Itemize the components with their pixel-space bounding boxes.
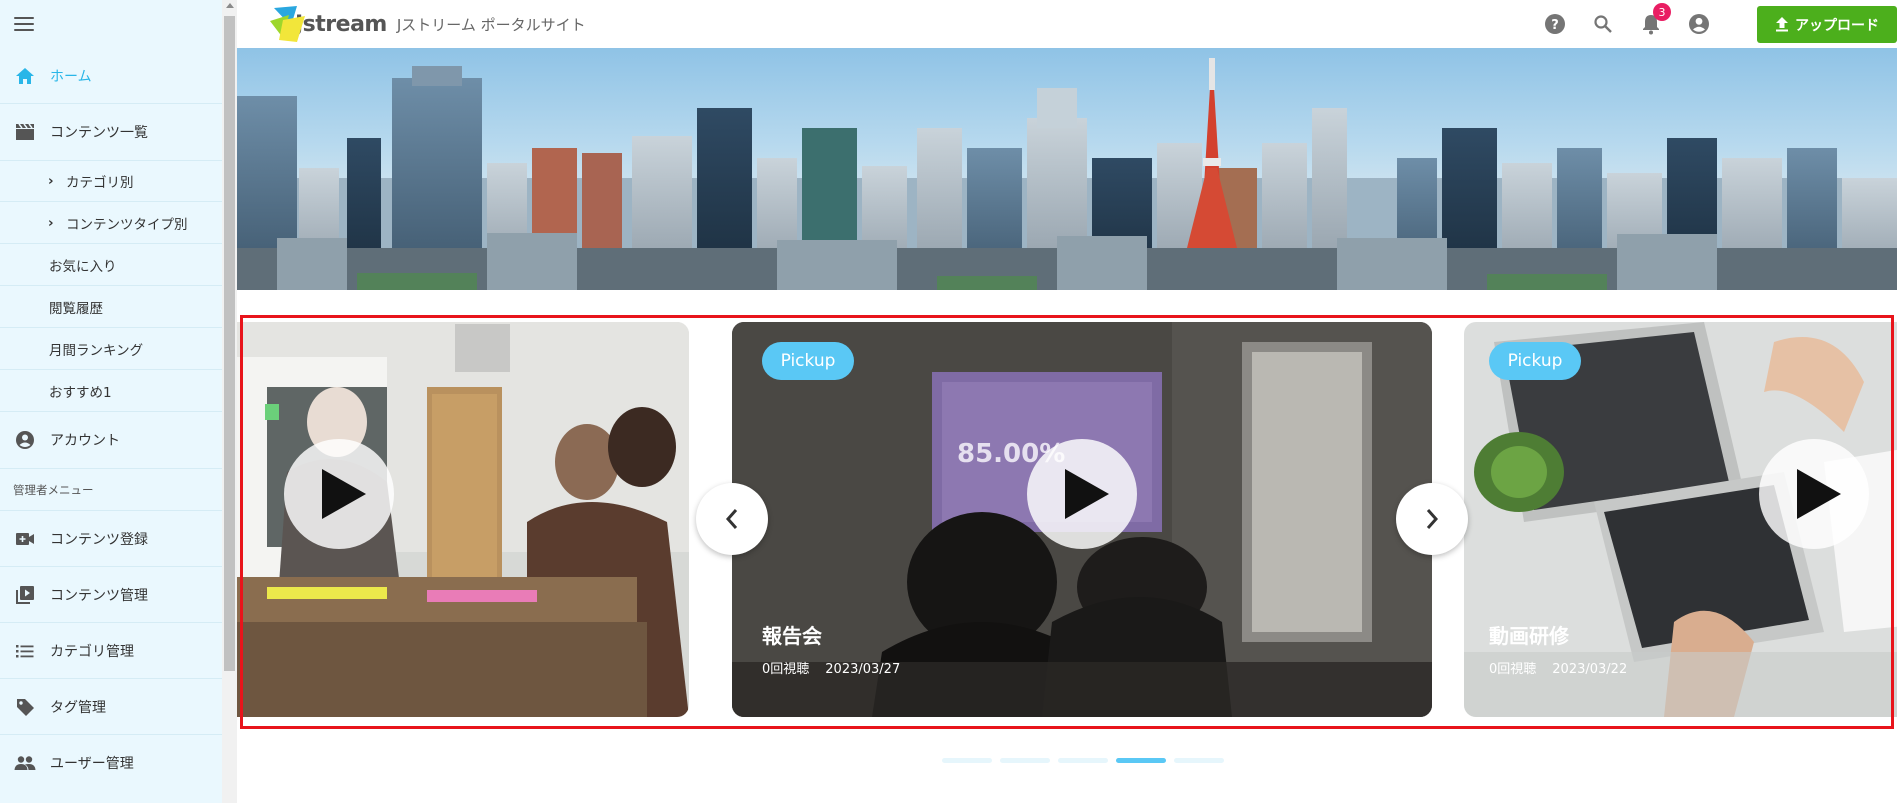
- view-count: 0回視聴: [762, 662, 810, 677]
- sidebar-item-history[interactable]: 閲覧履歴: [0, 286, 222, 328]
- list-icon: [14, 640, 36, 662]
- sidebar-item-label: ホーム: [50, 68, 92, 85]
- sidebar-item-label: お気に入り: [49, 258, 117, 275]
- sidebar-item-by-category[interactable]: › カテゴリ別: [0, 160, 222, 202]
- upload-icon: [1776, 17, 1788, 32]
- sidebar-item-category-manage[interactable]: カテゴリ管理: [0, 623, 222, 679]
- carousel-card[interactable]: Pickup 動画研修 0回視聴 2023/03/22: [1464, 322, 1897, 717]
- sidebar-item-recommend[interactable]: おすすめ1: [0, 370, 222, 412]
- notification-badge: 3: [1653, 3, 1671, 21]
- sidebar-top: [0, 0, 222, 48]
- upload-button[interactable]: アップロード: [1757, 6, 1897, 43]
- carousel-dot[interactable]: [1058, 758, 1108, 763]
- sidebar-item-label: コンテンツ登録: [50, 531, 148, 548]
- play-button[interactable]: [284, 439, 394, 549]
- sidebar-item-ranking[interactable]: 月間ランキング: [0, 328, 222, 370]
- logo-mark-icon: [269, 6, 313, 42]
- carousel-card[interactable]: 85.00% Pickup 報告会 0回視聴 2023/03/27: [732, 322, 1432, 717]
- video-library-icon: [14, 584, 36, 606]
- play-button[interactable]: [1027, 439, 1137, 549]
- chevron-right-icon: ›: [48, 173, 54, 189]
- video-meta: 0回視聴 2023/03/22: [1489, 658, 1643, 677]
- header-icons: ? 3: [1519, 0, 1711, 48]
- carousel-next-button[interactable]: [1396, 483, 1468, 555]
- sidebar-item-label: カテゴリ別: [66, 175, 134, 191]
- carousel-dot-active[interactable]: [1116, 758, 1166, 763]
- chevron-left-icon: [725, 509, 738, 529]
- sidebar-item-user-manage[interactable]: ユーザー管理: [0, 735, 222, 791]
- carousel-card[interactable]: [237, 322, 689, 717]
- sidebar-item-tag-manage[interactable]: タグ管理: [0, 679, 222, 735]
- view-count: 0回視聴: [1489, 662, 1537, 677]
- sidebar-item-label: ユーザー管理: [50, 756, 134, 772]
- account-circle-icon: [14, 429, 36, 451]
- top-header: Jstream Jストリーム ポータルサイト ? 3 アップロード: [237, 0, 1897, 48]
- carousel-prev-button[interactable]: [696, 483, 768, 555]
- sidebar-item-label: コンテンツ一覧: [50, 125, 148, 141]
- svg-text:?: ?: [1551, 18, 1559, 33]
- scroll-up-arrow-icon[interactable]: [226, 3, 234, 8]
- tag-icon: [14, 696, 36, 718]
- sidebar-item-by-type[interactable]: › コンテンツタイプ別: [0, 202, 222, 244]
- bell-icon[interactable]: 3: [1639, 3, 1671, 36]
- site-name: Jストリーム ポータルサイト: [396, 15, 586, 34]
- sidebar-item-label: コンテンツ管理: [50, 587, 148, 604]
- chevron-right-icon: [1426, 509, 1439, 529]
- pickup-badge: Pickup: [762, 342, 854, 380]
- play-button[interactable]: [1759, 439, 1869, 549]
- sidebar-item-label: アカウント: [50, 433, 120, 449]
- account-icon[interactable]: [1687, 12, 1711, 36]
- sidebar-item-label: おすすめ1: [49, 384, 112, 401]
- sidebar-item-label: タグ管理: [50, 699, 106, 716]
- sidebar-item-account[interactable]: アカウント: [0, 412, 222, 469]
- help-icon[interactable]: ?: [1543, 12, 1567, 36]
- upload-label: アップロード: [1795, 17, 1879, 34]
- menu-icon[interactable]: [14, 17, 34, 31]
- sidebar-item-contents[interactable]: コンテンツ一覧: [0, 104, 222, 160]
- sidebar-item-content-register[interactable]: コンテンツ登録: [0, 511, 222, 567]
- sidebar-item-label: 閲覧履歴: [49, 300, 103, 317]
- app-root: ホーム コンテンツ一覧 › カテゴリ別 › コンテンツタイプ別 お気に入り 閲覧…: [0, 0, 1897, 803]
- hero-banner-image: [237, 48, 1897, 290]
- site-logo[interactable]: Jstream Jストリーム ポータルサイト: [269, 6, 586, 42]
- upload-date: 2023/03/27: [825, 662, 901, 677]
- video-meta: 0回視聴 2023/03/27: [762, 658, 916, 677]
- sidebar-item-label: コンテンツタイプ別: [66, 216, 188, 233]
- video-carousel[interactable]: 85.00% Pickup 報告会 0回視聴 2023/03/27 Pickup…: [237, 322, 1897, 717]
- pickup-badge: Pickup: [1489, 342, 1581, 380]
- sidebar: ホーム コンテンツ一覧 › カテゴリ別 › コンテンツタイプ別 お気に入り 閲覧…: [0, 0, 222, 803]
- video-title: 報告会: [762, 624, 822, 648]
- admin-menu-heading: 管理者メニュー: [0, 469, 222, 511]
- sidebar-item-favorites[interactable]: お気に入り: [0, 244, 222, 286]
- scrollbar-thumb[interactable]: [224, 16, 235, 671]
- people-icon: [14, 752, 36, 774]
- sidebar-item-label: 月間ランキング: [49, 342, 144, 359]
- video-add-icon: [14, 528, 36, 550]
- search-icon[interactable]: [1591, 12, 1615, 36]
- clapperboard-icon: [14, 121, 36, 143]
- sidebar-item-label: カテゴリ管理: [50, 643, 134, 660]
- sidebar-item-content-manage[interactable]: コンテンツ管理: [0, 567, 222, 623]
- sidebar-item-home[interactable]: ホーム: [0, 48, 222, 104]
- carousel-dot[interactable]: [942, 758, 992, 763]
- carousel-dot[interactable]: [1174, 758, 1224, 763]
- carousel-pagination: [942, 758, 1232, 763]
- upload-date: 2023/03/22: [1552, 662, 1628, 677]
- home-icon: [14, 65, 36, 87]
- chevron-right-icon: ›: [48, 214, 54, 231]
- sidebar-scrollbar[interactable]: [222, 0, 237, 803]
- carousel-dot[interactable]: [1000, 758, 1050, 763]
- video-title: 動画研修: [1489, 624, 1569, 648]
